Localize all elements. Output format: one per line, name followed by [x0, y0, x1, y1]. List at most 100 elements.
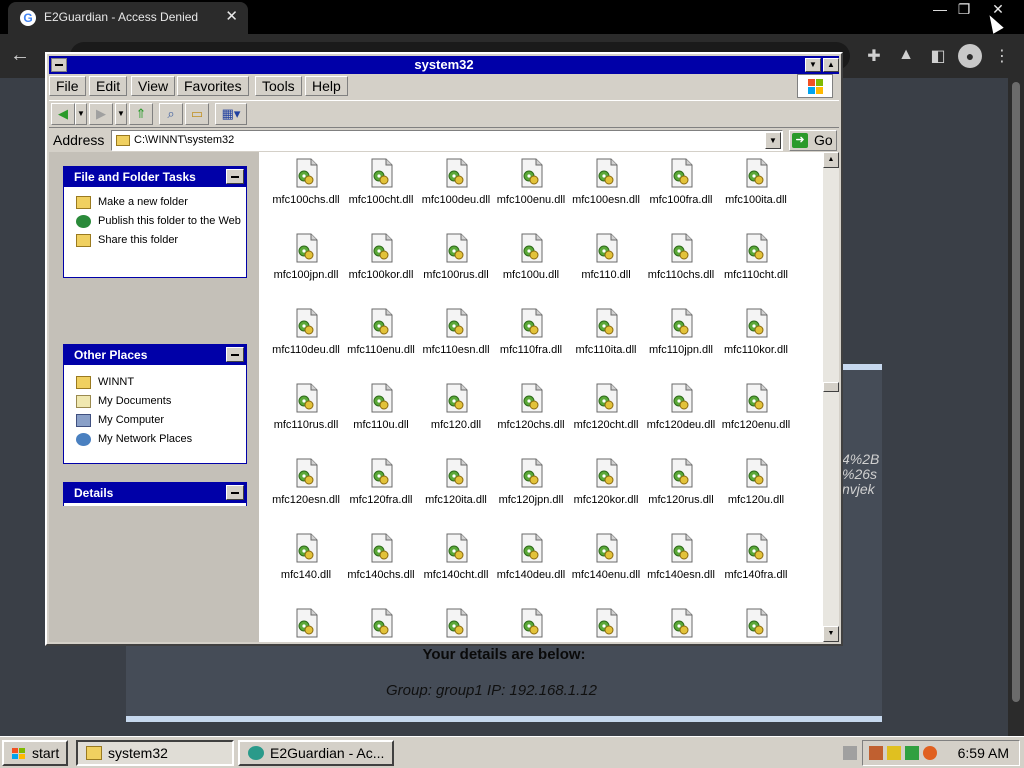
file-item[interactable]: mfc120u.dll — [719, 456, 793, 528]
address-input[interactable]: C:\WINNT\system32 ▼ — [111, 130, 783, 151]
dropdown-arrow-icon[interactable]: ▼ — [805, 58, 821, 72]
file-item[interactable]: mfc110kor.dll — [719, 306, 793, 378]
network-icon[interactable] — [869, 746, 883, 760]
file-item[interactable]: mfc100kor.dll — [344, 231, 418, 303]
place-my-computer[interactable]: My Computer — [64, 411, 246, 430]
page-scrollbar[interactable] — [1008, 78, 1024, 740]
file-item[interactable]: mfc140cht.dll — [419, 531, 493, 603]
collapse-icon[interactable] — [226, 347, 244, 362]
file-item[interactable]: mfc120kor.dll — [569, 456, 643, 528]
file-item[interactable]: mfc100jpn.dll — [269, 231, 343, 303]
menu-file[interactable]: File — [49, 76, 86, 96]
place-my-network[interactable]: My Network Places — [64, 430, 246, 449]
menu-edit[interactable]: Edit — [89, 76, 128, 96]
file-item[interactable]: mfc100esn.dll — [569, 156, 643, 228]
file-item[interactable]: mfc120cht.dll — [569, 381, 643, 453]
task-publish-web[interactable]: Publish this folder to the Web — [64, 212, 246, 231]
back-dropdown-icon[interactable]: ▼ — [75, 103, 87, 125]
file-item[interactable]: mfc100rus.dll — [419, 231, 493, 303]
file-item[interactable]: mfc110fra.dll — [494, 306, 568, 378]
scroll-down-icon[interactable]: ▼ — [823, 626, 839, 642]
file-list-scrollbar[interactable]: ▲ ▼ — [823, 152, 839, 642]
forward-dropdown-icon[interactable]: ▼ — [115, 103, 127, 125]
tab-close-icon[interactable]: ✕ — [225, 7, 238, 25]
scroll-up-icon[interactable]: ▲ — [823, 152, 839, 168]
views-icon[interactable]: ▦▾ — [215, 103, 247, 125]
file-item[interactable]: mfc110deu.dll — [269, 306, 343, 378]
file-item[interactable]: mfc140fra.dll — [719, 531, 793, 603]
file-item[interactable] — [719, 606, 793, 642]
scroll-thumb[interactable] — [823, 382, 839, 392]
task-e2guardian[interactable]: E2Guardian - Ac... — [238, 740, 394, 766]
file-item[interactable]: mfc100u.dll — [494, 231, 568, 303]
up-folder-icon[interactable]: ⇑ — [129, 103, 153, 125]
file-item[interactable]: mfc100ita.dll — [719, 156, 793, 228]
search-icon[interactable]: ⌕ — [159, 103, 183, 125]
panel-header[interactable]: Details — [64, 483, 246, 503]
file-item[interactable]: mfc140esn.dll — [644, 531, 718, 603]
back-icon[interactable]: ◀ — [51, 103, 75, 125]
task-system32[interactable]: system32 — [76, 740, 234, 766]
file-item[interactable]: mfc100enu.dll — [494, 156, 568, 228]
side-panel-icon[interactable]: ◧ — [928, 46, 948, 66]
file-item[interactable]: mfc110u.dll — [344, 381, 418, 453]
file-item[interactable] — [494, 606, 568, 642]
file-item[interactable]: mfc140enu.dll — [569, 531, 643, 603]
file-item[interactable] — [344, 606, 418, 642]
file-item[interactable]: mfc100chs.dll — [269, 156, 343, 228]
file-item[interactable]: mfc120fra.dll — [344, 456, 418, 528]
menu-view[interactable]: View — [131, 76, 176, 96]
explorer-titlebar[interactable]: system32 ▼ ▲ — [49, 56, 839, 74]
address-dropdown-icon[interactable]: ▼ — [765, 132, 781, 149]
file-item[interactable]: mfc120esn.dll — [269, 456, 343, 528]
file-item[interactable]: mfc140.dll — [269, 531, 343, 603]
start-button[interactable]: start — [2, 740, 68, 766]
file-item[interactable]: mfc100fra.dll — [644, 156, 718, 228]
file-item[interactable]: mfc100deu.dll — [419, 156, 493, 228]
shield-icon[interactable] — [887, 746, 901, 760]
profile-avatar-icon[interactable]: ● — [958, 44, 982, 68]
file-item[interactable]: mfc110enu.dll — [344, 306, 418, 378]
file-item[interactable] — [644, 606, 718, 642]
restore-window-icon[interactable]: ❐ — [952, 0, 976, 20]
search-icon[interactable] — [923, 746, 937, 760]
file-item[interactable]: mfc140deu.dll — [494, 531, 568, 603]
collapse-icon[interactable] — [226, 485, 244, 500]
file-item[interactable] — [269, 606, 343, 642]
back-arrow-icon[interactable]: ← — [10, 44, 30, 67]
file-item[interactable]: mfc120.dll — [419, 381, 493, 453]
place-my-documents[interactable]: My Documents — [64, 392, 246, 411]
keyboard-icon[interactable] — [843, 746, 857, 760]
scrollbar-thumb[interactable] — [1012, 82, 1020, 702]
security-icon[interactable] — [905, 746, 919, 760]
file-item[interactable]: mfc120jpn.dll — [494, 456, 568, 528]
task-make-folder[interactable]: Make a new folder — [64, 193, 246, 212]
panel-header[interactable]: Other Places — [64, 345, 246, 365]
forward-icon[interactable]: ▶ — [89, 103, 113, 125]
task-share-folder[interactable]: Share this folder — [64, 231, 246, 250]
place-winnt[interactable]: WINNT — [64, 373, 246, 392]
file-item[interactable]: mfc110esn.dll — [419, 306, 493, 378]
collapse-icon[interactable] — [226, 169, 244, 184]
file-item[interactable]: mfc140chs.dll — [344, 531, 418, 603]
file-item[interactable]: mfc110.dll — [569, 231, 643, 303]
file-item[interactable]: mfc120chs.dll — [494, 381, 568, 453]
file-item[interactable]: mfc110ita.dll — [569, 306, 643, 378]
menu-tools[interactable]: Tools — [255, 76, 302, 96]
file-item[interactable] — [569, 606, 643, 642]
file-item[interactable]: mfc100cht.dll — [344, 156, 418, 228]
file-item[interactable] — [419, 606, 493, 642]
file-item[interactable]: mfc120deu.dll — [644, 381, 718, 453]
file-item[interactable]: mfc110cht.dll — [719, 231, 793, 303]
lab-flask-icon[interactable]: ▲ — [896, 46, 916, 66]
file-item[interactable]: mfc110rus.dll — [269, 381, 343, 453]
file-item[interactable]: mfc110jpn.dll — [644, 306, 718, 378]
menu-help[interactable]: Help — [305, 76, 348, 96]
go-button[interactable]: ➜ Go — [789, 130, 837, 151]
menu-favorites[interactable]: Favorites — [177, 76, 249, 96]
file-item[interactable]: mfc120rus.dll — [644, 456, 718, 528]
maximize-arrow-icon[interactable]: ▲ — [823, 58, 839, 72]
panel-header[interactable]: File and Folder Tasks — [64, 167, 246, 187]
file-item[interactable]: mfc110chs.dll — [644, 231, 718, 303]
browser-tab[interactable]: G E2Guardian - Access Denied ✕ — [8, 2, 248, 34]
